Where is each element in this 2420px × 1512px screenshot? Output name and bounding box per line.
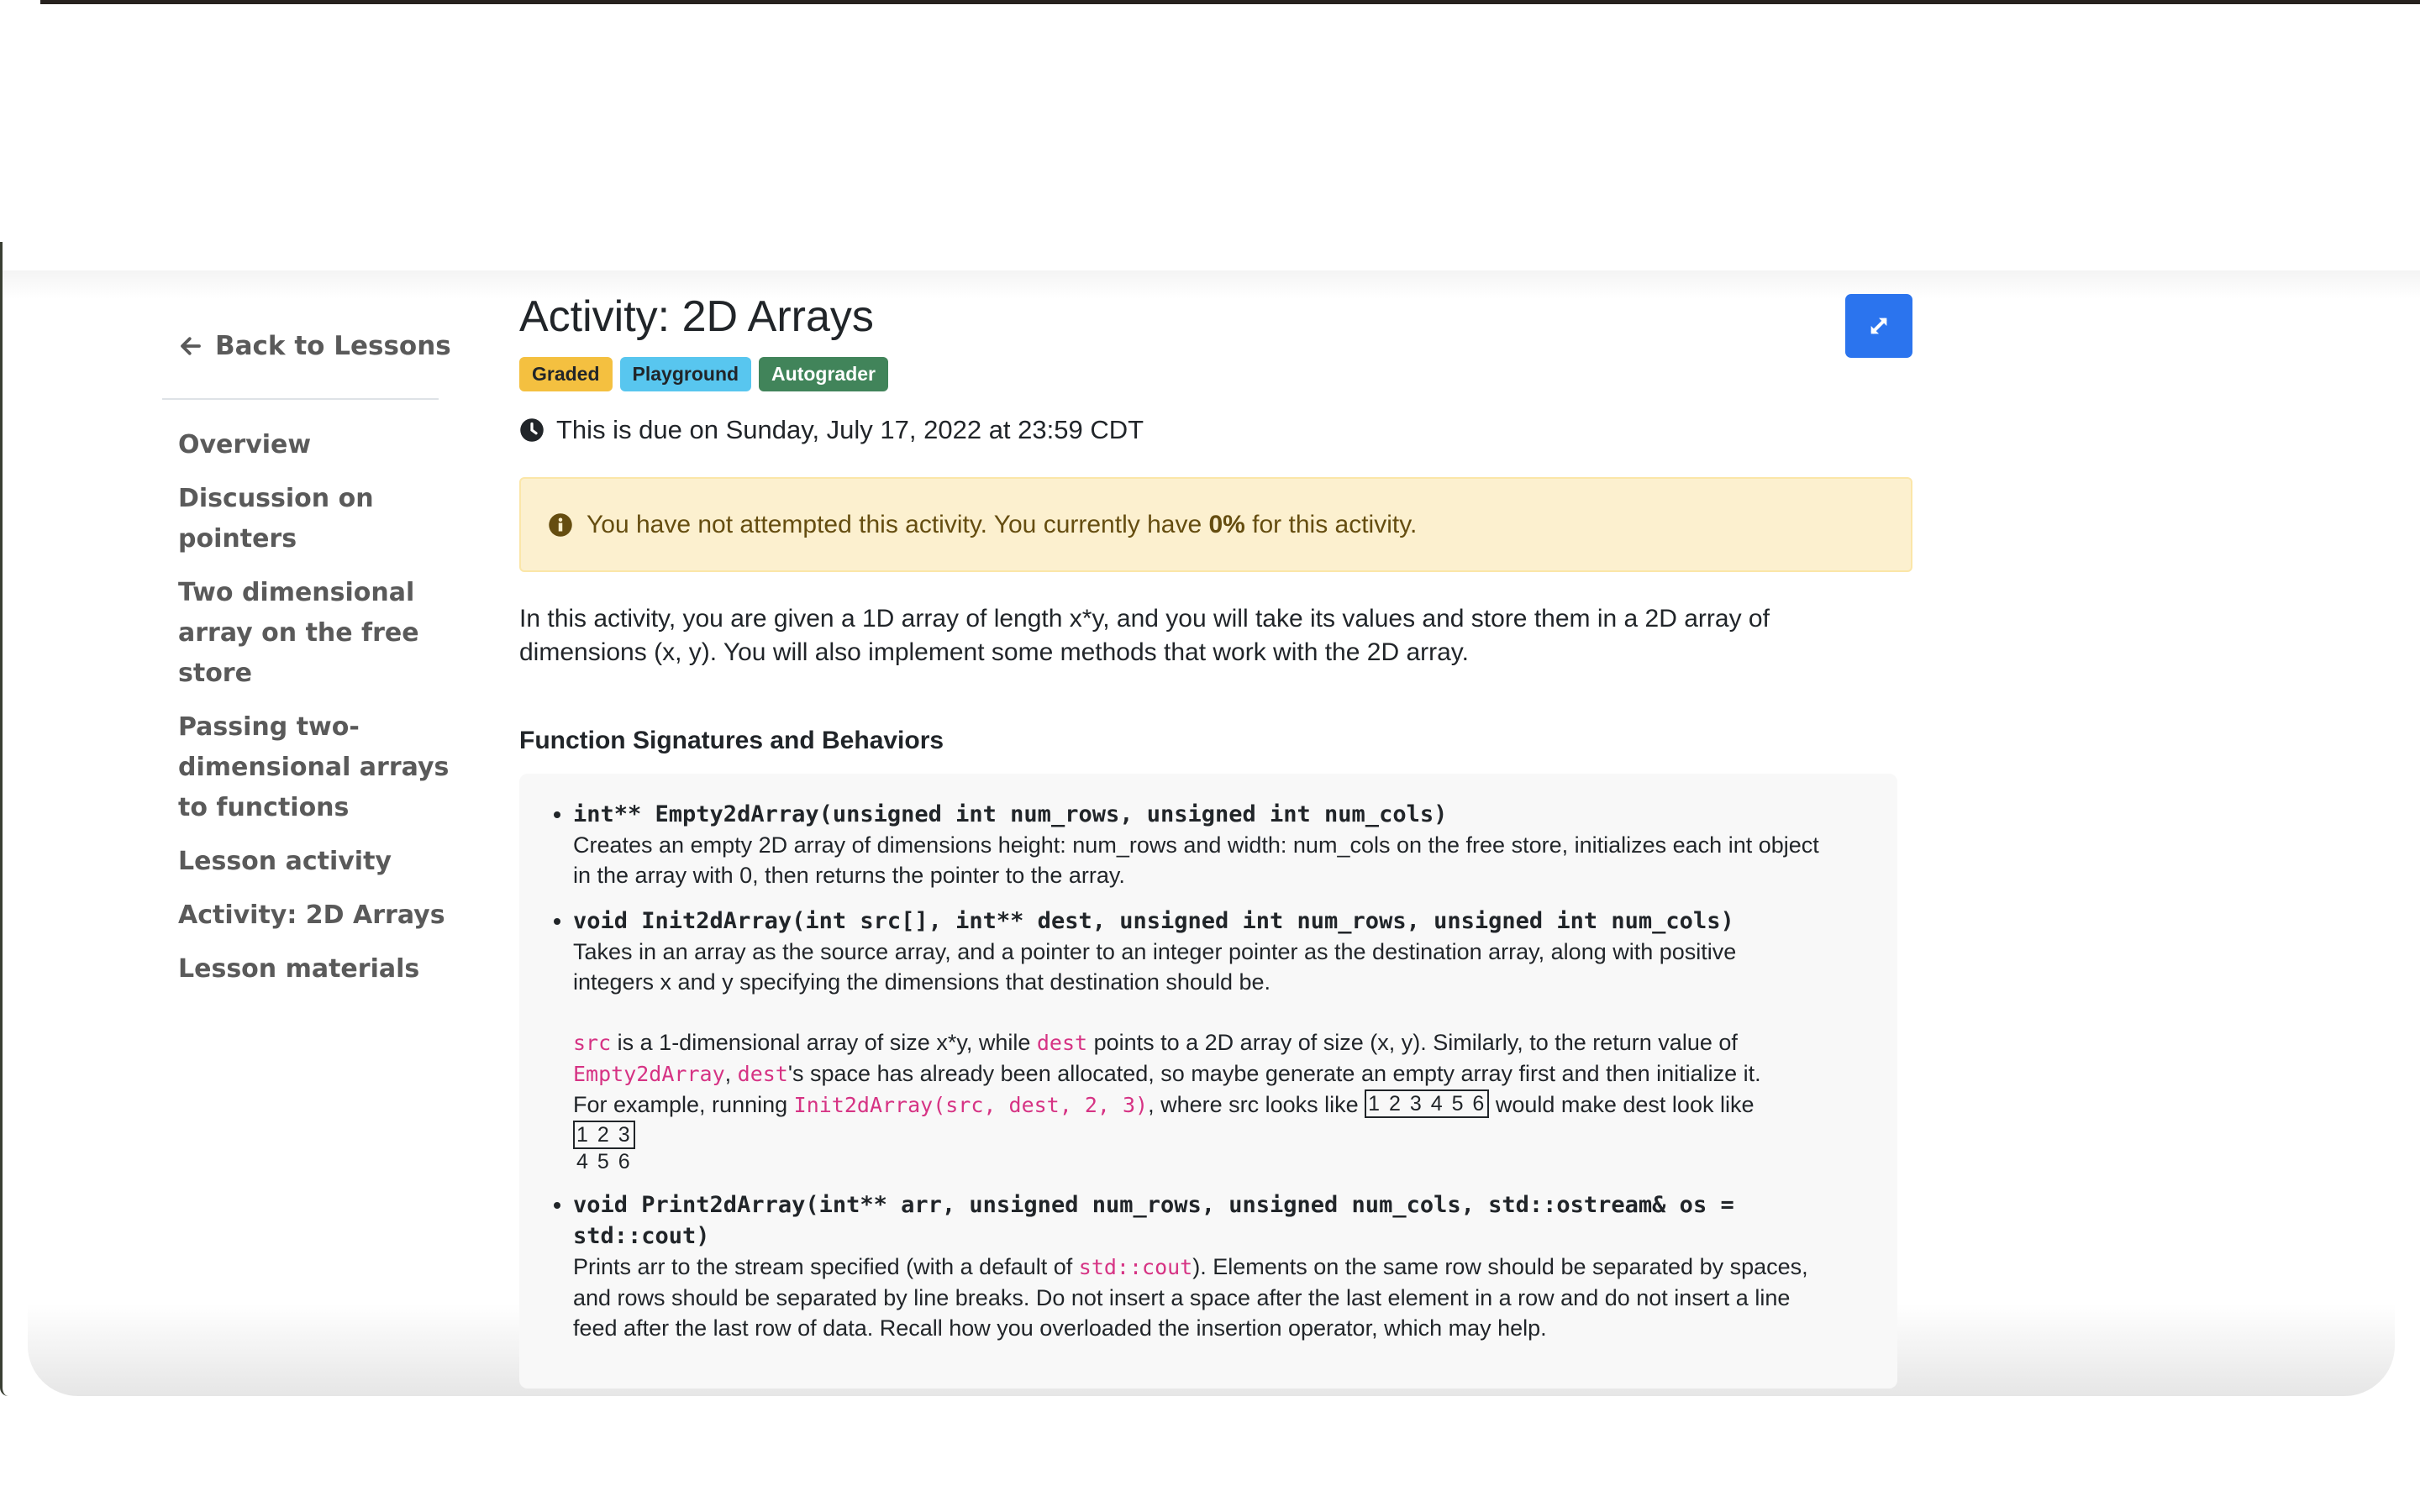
text: For example, running (573, 1092, 794, 1117)
inline-code: std::cout (1078, 1255, 1193, 1279)
nav-item-activity-2d-arrays[interactable]: Activity: 2D Arrays (178, 895, 464, 936)
nav-item-discussion-on-pointers[interactable]: Discussion on pointers (178, 479, 397, 559)
text: points to a 2D array of size (x, y). Sim… (1087, 1030, 1738, 1055)
badge-graded: Graded (519, 357, 613, 391)
badge-autograder: Autograder (759, 357, 888, 391)
dest-example-box: 1 2 34 5 6 (573, 1121, 635, 1174)
dest-row-1: 1 2 3 (573, 1121, 635, 1149)
inline-code: src (573, 1031, 612, 1055)
back-label: Back to Lessons (215, 331, 451, 361)
text: Prints arr to the stream specified (with… (573, 1254, 1079, 1279)
page-header (0, 4, 2420, 270)
sidebar-divider (162, 398, 439, 400)
due-text: This is due on Sunday, July 17, 2022 at … (556, 415, 1144, 444)
function-item: void Init2dArray(int src[], int** dest, … (573, 906, 1897, 1174)
text: , (724, 1061, 738, 1086)
text: , where src looks like (1148, 1092, 1365, 1117)
badge-playground: Playground (619, 357, 752, 391)
function-details: src is a 1-dimensional array of size x*y… (573, 1027, 1822, 1174)
function-signature: void Print2dArray(int** arr, unsigned nu… (573, 1192, 1734, 1249)
inline-code: dest (1036, 1031, 1088, 1055)
function-signature: int** Empty2dArray(unsigned int num_rows… (573, 801, 1448, 827)
function-description: Prints arr to the stream specified (with… (573, 1252, 1822, 1343)
frame-border (0, 242, 3, 272)
expand-arrows-icon (1870, 318, 1887, 334)
src-example-box: 1 2 3 4 5 6 (1365, 1089, 1490, 1118)
main-content: Activity: 2D Arrays Graded Playground Au… (519, 290, 1912, 1389)
back-to-lessons-link[interactable]: Back to Lessons (178, 328, 465, 365)
alert-score: 0% (1208, 510, 1245, 538)
nav-item-passing-2d-arrays[interactable]: Passing two-dimensional arrays to functi… (178, 707, 472, 828)
due-date: This is due on Sunday, July 17, 2022 at … (519, 415, 1912, 445)
text: is a 1-dimensional array of size x*y, wh… (611, 1030, 1037, 1055)
text: 's space has already been allocated, so … (787, 1061, 1761, 1086)
function-item: void Print2dArray(int** arr, unsigned nu… (573, 1189, 1897, 1343)
badge-group: Graded Playground Autograder (519, 357, 1912, 391)
nav-item-overview[interactable]: Overview (178, 425, 464, 465)
function-description: Creates an empty 2D array of dimensions … (573, 832, 1819, 888)
info-icon (549, 512, 572, 537)
clock-icon (520, 418, 544, 442)
nav-item-two-dimensional-array[interactable]: Two dimensional array on the free store (178, 573, 464, 694)
function-spec-box: int** Empty2dArray(unsigned int num_rows… (519, 774, 1897, 1389)
sidebar: Back to Lessons Overview Discussion on p… (162, 328, 465, 1003)
page-title: Activity: 2D Arrays (519, 292, 874, 341)
inline-code: dest (737, 1062, 788, 1086)
function-item: int** Empty2dArray(unsigned int num_rows… (573, 799, 1897, 890)
inline-code: Init2dArray(src, dest, 2, 3) (793, 1093, 1149, 1117)
alert-suffix: for this activity. (1244, 510, 1418, 538)
nav-item-lesson-activity[interactable]: Lesson activity (178, 842, 464, 882)
section-heading: Function Signatures and Behaviors (519, 727, 944, 754)
attempt-alert: You have not attempted this activity. Yo… (519, 477, 1912, 572)
function-signature: void Init2dArray(int src[], int** dest, … (573, 908, 1734, 934)
function-list: int** Empty2dArray(unsigned int num_rows… (519, 799, 1897, 1343)
dest-row-2: 4 5 6 (576, 1150, 632, 1173)
inline-code: Empty2dArray (573, 1062, 725, 1086)
arrow-left-icon (181, 337, 201, 355)
function-description: Takes in an array as the source array, a… (573, 939, 1737, 995)
lesson-nav: Overview Discussion on pointers Two dime… (178, 425, 465, 990)
alert-prefix: You have not attempted this activity. Yo… (587, 510, 1209, 538)
text: would make dest look like (1489, 1092, 1754, 1117)
intro-paragraph: In this activity, you are given a 1D arr… (519, 605, 1770, 666)
alert-text: You have not attempted this activity. Yo… (587, 511, 1417, 539)
fullscreen-button[interactable] (1845, 294, 1912, 358)
nav-item-lesson-materials[interactable]: Lesson materials (178, 949, 464, 990)
